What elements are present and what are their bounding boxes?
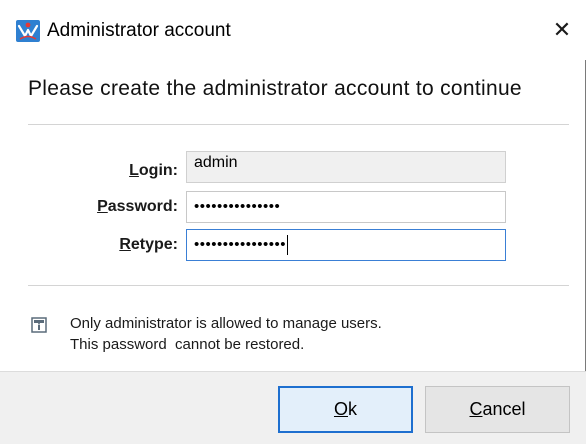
page-heading: Please create the administrator account … — [28, 77, 522, 100]
password-value: ••••••••••••••• — [194, 198, 281, 215]
info-line-2: This password cannot be restored. — [70, 336, 305, 353]
admin-account-dialog: Administrator account ✕ Please create th… — [0, 0, 586, 444]
info-icon — [31, 317, 47, 333]
login-value: admin — [194, 154, 238, 171]
title-bar: Administrator account ✕ — [0, 0, 586, 60]
login-label: Login: — [129, 162, 178, 179]
close-icon[interactable]: ✕ — [548, 16, 576, 44]
retype-value: •••••••••••••••• — [194, 236, 287, 253]
retype-label: Retype: — [119, 236, 178, 253]
cancel-button[interactable]: Cancel — [425, 386, 570, 433]
login-field: admin — [186, 151, 506, 183]
window-title: Administrator account — [47, 20, 231, 41]
top-divider — [28, 124, 569, 125]
ok-button[interactable]: Ok — [278, 386, 413, 433]
password-label: Password: — [97, 198, 178, 215]
info-message: Only administrator is allowed to manage … — [70, 313, 382, 355]
app-logo-icon — [16, 20, 40, 42]
bottom-divider — [28, 285, 569, 286]
text-caret — [287, 234, 289, 255]
password-field[interactable]: ••••••••••••••• — [186, 191, 506, 223]
retype-password-field[interactable]: •••••••••••••••• — [186, 229, 506, 261]
info-line-1: Only administrator is allowed to manage … — [70, 315, 382, 332]
button-bar: Ok Cancel — [0, 371, 586, 444]
